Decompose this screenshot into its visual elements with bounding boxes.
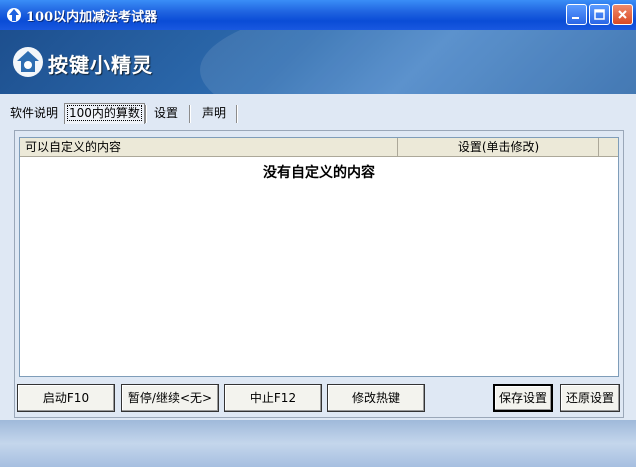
save-settings-button[interactable]: 保存设置: [493, 384, 553, 412]
column-header-content[interactable]: 可以自定义的内容: [20, 138, 398, 156]
app-window: 100以内加减法考试器 按键小精灵 软件说明 100内的算数 设置 声明 可以自…: [0, 0, 636, 467]
close-icon: [618, 10, 627, 19]
logo-text: 按键小精灵: [48, 53, 153, 77]
tab-statement[interactable]: 声明: [202, 102, 226, 124]
logo-banner: 按键小精灵: [0, 30, 636, 94]
maximize-icon: [594, 9, 605, 20]
tab-arithmetic-label: 100内的算数: [67, 105, 142, 121]
pause-resume-button[interactable]: 暂停/继续<无>: [121, 384, 219, 412]
logo-icon: [13, 47, 43, 77]
tab-bar: 软件说明 100内的算数 设置 声明: [0, 102, 636, 126]
tab-arithmetic[interactable]: 100内的算数: [64, 103, 145, 124]
column-header-settings[interactable]: 设置(单击修改): [399, 138, 599, 156]
banner-decoration: [200, 30, 636, 94]
bottom-strip: [0, 420, 636, 467]
title-bar[interactable]: 100以内加减法考试器: [0, 0, 636, 31]
stop-button[interactable]: 中止F12: [224, 384, 322, 412]
minimize-icon: [572, 17, 579, 19]
tab-divider: [189, 105, 191, 123]
tab-settings[interactable]: 设置: [154, 102, 178, 124]
empty-list-message: 没有自定义的内容: [263, 165, 375, 181]
tab-divider: [145, 105, 147, 123]
list-header: 可以自定义的内容 设置(单击修改): [20, 138, 618, 157]
close-button[interactable]: [612, 4, 633, 25]
app-icon: [7, 8, 21, 22]
minimize-button[interactable]: [566, 4, 587, 25]
custom-content-list[interactable]: 可以自定义的内容 设置(单击修改) 没有自定义的内容: [19, 137, 619, 377]
start-button[interactable]: 启动F10: [17, 384, 115, 412]
tab-panel: 可以自定义的内容 设置(单击修改) 没有自定义的内容 启动F10 暂停/继续<无…: [14, 130, 624, 418]
restore-settings-button[interactable]: 还原设置: [560, 384, 620, 412]
window-title: 100以内加减法考试器: [26, 10, 158, 25]
maximize-button[interactable]: [589, 4, 610, 25]
tab-software-info[interactable]: 软件说明: [10, 102, 58, 124]
change-hotkey-button[interactable]: 修改热键: [327, 384, 425, 412]
tab-divider: [236, 105, 238, 123]
